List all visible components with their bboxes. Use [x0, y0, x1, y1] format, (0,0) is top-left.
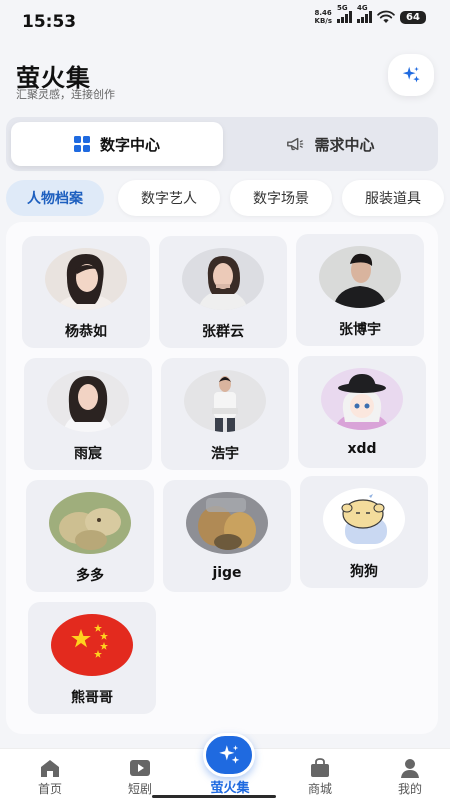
sparkle-icon — [402, 66, 420, 83]
signal-4g-icon: 4G — [357, 4, 372, 23]
profile-name: jige — [212, 565, 242, 581]
person-icon — [401, 759, 419, 778]
profile-name: 狗狗 — [350, 564, 378, 580]
megaphone-icon — [287, 137, 304, 151]
play-icon — [130, 760, 150, 776]
center-fab-button[interactable] — [203, 733, 255, 777]
avatar — [51, 614, 133, 676]
tab-label: 需求中心 — [314, 135, 375, 154]
profile-name: 雨宸 — [74, 446, 102, 462]
avatar — [47, 370, 129, 432]
nav-label: 首页 — [37, 782, 62, 796]
profile-name: 熊哥哥 — [71, 690, 113, 706]
profile-card[interactable]: 多多 — [26, 480, 154, 592]
profile-card[interactable]: 张群云 — [159, 236, 287, 348]
profile-card[interactable]: jige — [163, 480, 291, 592]
profile-card[interactable]: 浩宇 — [161, 358, 289, 470]
chip-character-profiles[interactable]: 人物档案 — [6, 180, 104, 216]
profile-card[interactable]: 狗狗 — [300, 476, 428, 588]
profile-name: 张群云 — [202, 324, 244, 340]
nav-label: 商城 — [307, 782, 332, 796]
profile-name: 多多 — [76, 568, 104, 584]
status-icons: 8.46 KB/s 5G 4G 64 — [314, 4, 426, 25]
chip-costume-props[interactable]: 服装道具 — [342, 180, 444, 216]
home-icon — [41, 760, 59, 777]
profile-name: xdd — [347, 441, 377, 457]
sparkle-button[interactable] — [388, 54, 434, 96]
sparkle-icon — [219, 745, 240, 764]
grid-icon — [73, 136, 90, 152]
profile-name: 张博宇 — [339, 322, 381, 338]
profile-card[interactable]: 张博宇 — [296, 234, 424, 346]
battery-icon: 64 — [400, 10, 426, 24]
profile-card[interactable]: xdd — [298, 356, 426, 468]
nav-short-drama[interactable]: 短剧 — [100, 749, 180, 800]
segment-tabs: 数字中心 需求中心 — [6, 117, 438, 171]
profile-card[interactable]: 杨恭如 — [22, 236, 150, 348]
home-indicator — [152, 795, 276, 798]
nav-label-active[interactable]: 萤火集 — [190, 777, 270, 796]
profile-grid: 杨恭如 张群云 张博宇 雨宸 浩宇 xdd 多多 jige 狗狗 熊哥哥 — [6, 222, 438, 734]
avatar — [49, 492, 131, 554]
tab-digital-center[interactable]: 数字中心 — [11, 122, 223, 166]
chip-digital-artists[interactable]: 数字艺人 — [118, 180, 220, 216]
nav-label: 我的 — [397, 782, 422, 796]
profile-name: 杨恭如 — [65, 324, 107, 340]
tab-label: 数字中心 — [99, 135, 160, 154]
wifi-icon — [377, 10, 395, 23]
status-time: 15:53 — [22, 12, 77, 32]
avatar — [45, 248, 127, 310]
avatar — [321, 368, 403, 430]
status-bar: 15:53 8.46 KB/s 5G 4G 64 — [0, 0, 450, 42]
profile-card[interactable]: 雨宸 — [24, 358, 152, 470]
shopping-bag-icon — [311, 758, 329, 777]
chip-digital-scenes[interactable]: 数字场景 — [230, 180, 332, 216]
profile-card[interactable]: 熊哥哥 — [28, 602, 156, 714]
tab-demand-center[interactable]: 需求中心 — [228, 122, 433, 166]
avatar — [319, 246, 401, 308]
nav-mine[interactable]: 我的 — [370, 749, 450, 800]
avatar — [184, 370, 266, 432]
avatar — [323, 488, 405, 550]
avatar — [186, 492, 268, 554]
signal-5g-icon: 5G — [337, 4, 352, 23]
network-speed: 8.46 KB/s — [314, 9, 332, 25]
profile-name: 浩宇 — [211, 446, 239, 462]
nav-mall[interactable]: 商城 — [280, 749, 360, 800]
avatar — [182, 248, 264, 310]
nav-home[interactable]: 首页 — [10, 749, 90, 800]
page-subtitle: 汇聚灵感，连接创作 — [16, 88, 115, 101]
